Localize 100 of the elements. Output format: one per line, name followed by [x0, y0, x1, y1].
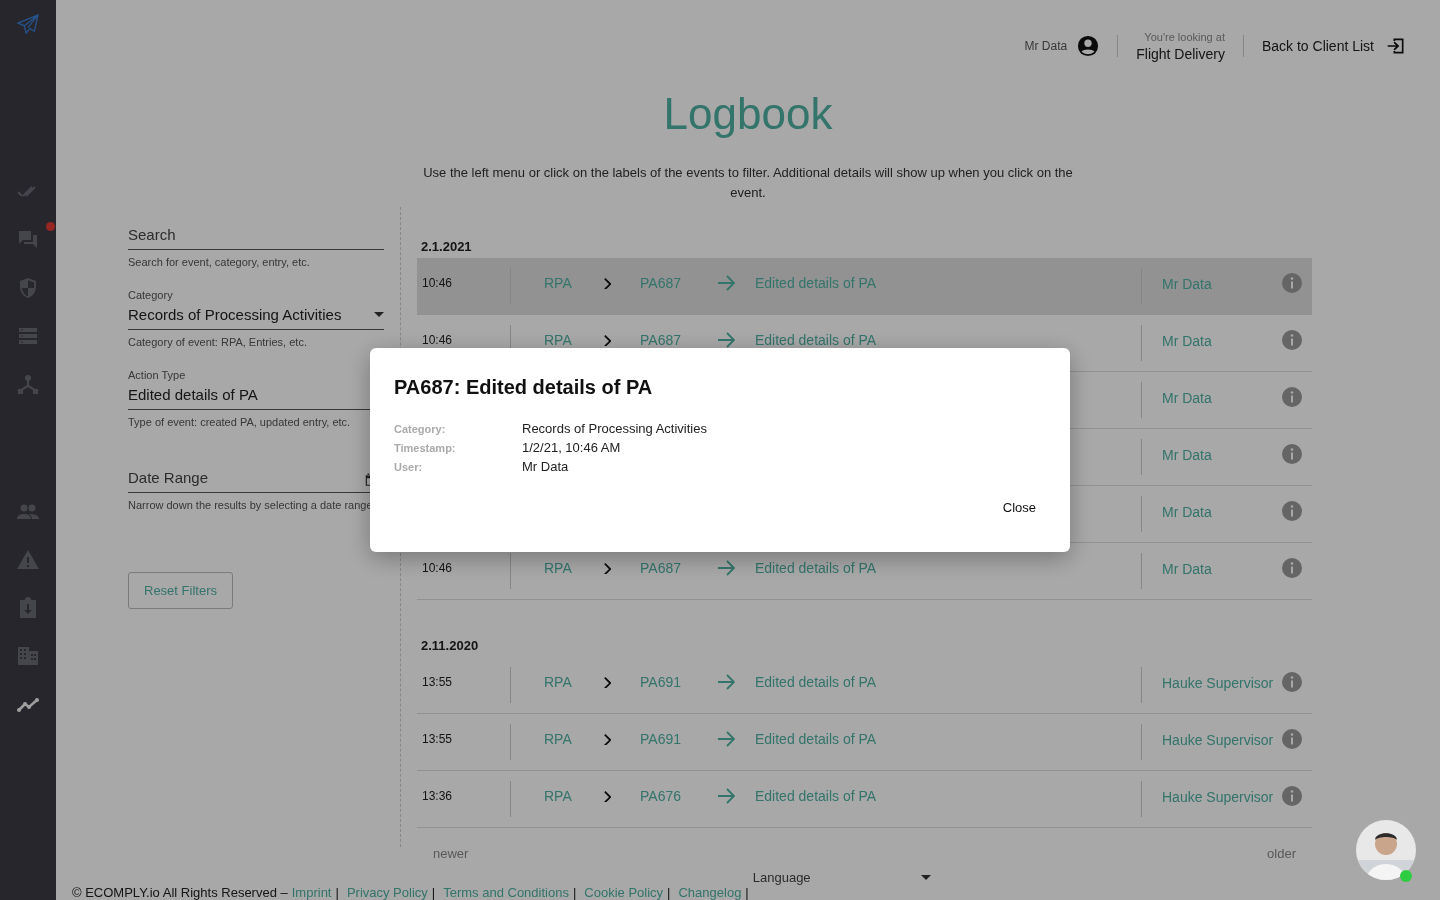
info-icon[interactable]	[1282, 558, 1302, 578]
log-row[interactable]: 13:55 RPA PA691 Edited details of PA Hauke Supervisor	[417, 657, 1312, 714]
chevron-icon	[604, 334, 611, 346]
info-icon[interactable]	[1282, 729, 1302, 749]
copyright-text: © ECOMPLY.io All Rights Reserved –	[72, 885, 288, 900]
chevron-icon	[604, 562, 611, 574]
category-link[interactable]: RPA	[544, 275, 604, 291]
detail-label: User:	[394, 461, 424, 473]
client-name: Flight Delivery	[1136, 45, 1225, 62]
user-name: Mr Data	[1024, 39, 1068, 53]
user-link[interactable]: Mr Data	[1162, 504, 1280, 520]
page-description: Use the left menu or click on the labels of the events to filter. Additional details will show up when you click on the event.	[422, 164, 1074, 202]
arrow-icon	[718, 731, 735, 747]
info-icon[interactable]	[1282, 501, 1302, 521]
arrow-icon	[718, 788, 735, 804]
info-icon[interactable]	[1282, 273, 1302, 293]
action-link[interactable]: Edited details of PA	[755, 275, 1141, 291]
action-link[interactable]: Edited details of PA	[755, 560, 1141, 576]
footer-link[interactable]: Cookie Policy	[584, 885, 664, 900]
event-time: 13:36	[421, 789, 454, 803]
footer-link[interactable]: Imprint	[291, 885, 332, 900]
entry-link[interactable]: PA691	[640, 674, 718, 690]
log-row[interactable]: 13:36 RPA PA676 Edited details of PA Hauke Supervisor	[417, 771, 1312, 828]
field-hint: Category of event: RPA, Entries, etc.	[128, 336, 308, 349]
action-link[interactable]: Edited details of PA	[755, 674, 1141, 690]
event-time: 13:55	[421, 732, 454, 746]
footer-link[interactable]: Privacy Policy	[346, 885, 428, 900]
info-icon[interactable]	[1282, 786, 1302, 806]
user-link[interactable]: Mr Data	[1162, 276, 1280, 292]
info-icon[interactable]	[1282, 444, 1302, 464]
hub-icon	[16, 372, 40, 396]
search-field[interactable]: Search	[128, 220, 384, 250]
entry-link[interactable]: PA687	[640, 332, 718, 348]
caret-icon	[374, 312, 384, 317]
link-separator: |	[667, 885, 671, 900]
field-label: Category	[128, 289, 174, 301]
older-link[interactable]: older	[1267, 846, 1296, 861]
user-link[interactable]: Mr Data	[1162, 561, 1280, 577]
action-link[interactable]: Edited details of PA	[755, 332, 1141, 348]
logo-icon[interactable]	[17, 14, 39, 34]
category-link[interactable]: RPA	[544, 560, 604, 576]
link-separator: |	[431, 885, 436, 900]
user-link[interactable]: Hauke Supervisor	[1162, 789, 1280, 805]
arrow-icon	[718, 674, 735, 690]
back-link[interactable]: Back to Client List	[1261, 36, 1406, 56]
user-link[interactable]: Hauke Supervisor	[1162, 732, 1280, 748]
close-button[interactable]: Close	[992, 494, 1046, 521]
action-link[interactable]: Edited details of PA	[755, 788, 1141, 804]
date-heading: 2.1.2021	[421, 239, 473, 254]
category-link[interactable]: RPA	[544, 332, 604, 348]
arrow-icon	[718, 275, 735, 291]
newer-link[interactable]: newer	[433, 846, 469, 861]
user-link[interactable]: Hauke Supervisor	[1162, 675, 1280, 691]
detail-value: Mr Data	[522, 459, 570, 474]
info-icon[interactable]	[1282, 387, 1302, 407]
log-row[interactable]: 10:46 RPA PA687 Edited details of PA Mr Data	[417, 258, 1312, 315]
entry-link[interactable]: PA691	[640, 731, 718, 747]
reset-filters-button[interactable]: Reset Filters	[128, 572, 233, 609]
link-separator: |	[335, 885, 339, 900]
field-label: Action Type	[128, 369, 187, 381]
detail-value: 1/2/21, 10:46 AM	[522, 440, 622, 455]
field-hint: Search for event, category, entry, etc.	[128, 256, 311, 269]
chevron-icon	[604, 676, 611, 688]
entry-link[interactable]: PA687	[640, 560, 718, 576]
date-heading: 2.11.2020	[421, 638, 480, 653]
user-link[interactable]: Mr Data	[1162, 390, 1280, 406]
footer-link[interactable]: Terms and Conditions	[443, 885, 569, 900]
modal-title: PA687: Edited details of PA	[394, 376, 654, 399]
category-link[interactable]: RPA	[544, 731, 604, 747]
arrow-icon	[718, 332, 735, 348]
chevron-icon	[604, 277, 611, 289]
event-time: 10:46	[421, 561, 454, 575]
footer-link[interactable]: Changelog	[678, 885, 742, 900]
language-select[interactable]: Language	[752, 870, 931, 885]
event-time: 10:46	[421, 333, 454, 347]
warning-icon	[16, 548, 40, 572]
detail-value: Records of Processing Activities	[522, 421, 708, 436]
category-link[interactable]: RPA	[544, 788, 604, 804]
caret-icon	[920, 875, 931, 880]
building-icon	[16, 644, 40, 668]
detail-label: Timestamp:	[394, 442, 457, 454]
event-time: 10:46	[421, 276, 454, 290]
category-select[interactable]: Records of Processing Activities	[128, 301, 384, 330]
user-link[interactable]: Mr Data	[1162, 333, 1280, 349]
action-link[interactable]: Edited details of PA	[755, 731, 1141, 747]
event-time: 13:55	[421, 675, 454, 689]
chevron-icon	[604, 733, 611, 745]
exit-icon	[1386, 36, 1406, 56]
arrow-icon	[718, 560, 735, 576]
log-row[interactable]: 13:55 RPA PA691 Edited details of PA Hauke Supervisor	[417, 714, 1312, 771]
link-separator: |	[572, 885, 577, 900]
entry-link[interactable]: PA676	[640, 788, 718, 804]
entry-link[interactable]: PA687	[640, 275, 718, 291]
info-icon[interactable]	[1282, 330, 1302, 350]
context-label: You're looking at	[1144, 30, 1225, 43]
account-icon[interactable]	[1077, 35, 1100, 57]
chevron-icon	[604, 790, 611, 802]
category-link[interactable]: RPA	[544, 674, 604, 690]
info-icon[interactable]	[1282, 672, 1302, 692]
user-link[interactable]: Mr Data	[1162, 447, 1280, 463]
